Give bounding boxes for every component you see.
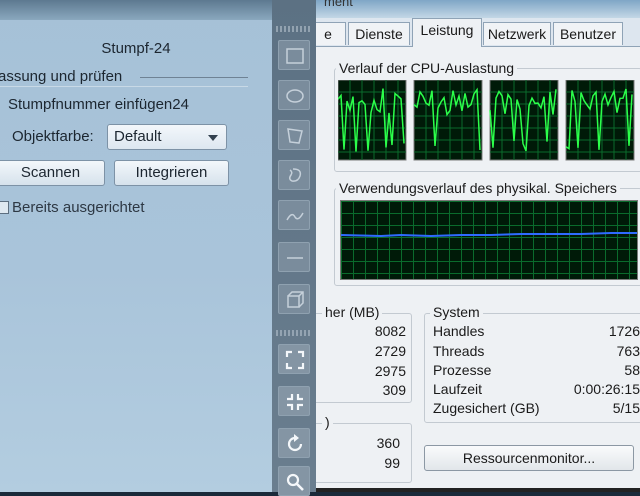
system-value: 0:00:26:15 [573,381,640,397]
memory-free-value: 309 [382,382,406,398]
system-label: Zugesichert (GB) [433,400,540,416]
memory-cached-value: 2729 [374,343,406,359]
lasso-tool-icon[interactable] [278,160,310,190]
kernel-nonpaged-value: 99 [384,455,400,471]
memory-available-value: 2975 [374,363,406,379]
memory-history-title: Verwendungsverlauf des physikal. Speiche… [336,180,620,196]
aligned-checkbox[interactable] [0,201,9,214]
object-color-value: Default [114,128,162,145]
tab-users[interactable]: Benutzer [553,22,623,45]
system-value: 5/15 [612,400,640,416]
system-value: 763 [616,343,640,359]
panel-title: Stumpf-24 [101,40,171,57]
tab-partial[interactable]: e [316,22,346,45]
system-label: Laufzeit [433,381,483,397]
system-value: 58 [624,362,640,378]
ellipse-tool-icon[interactable] [278,80,310,110]
tab-network[interactable]: Netzwerk [483,22,551,45]
box-3d-icon[interactable] [278,284,310,314]
rotate-icon[interactable] [278,428,310,458]
system-label: Handles [433,323,485,339]
integrate-button[interactable]: Integrieren [114,160,229,186]
fit-view-icon[interactable] [278,344,310,374]
tab-services[interactable]: Dienste [348,22,410,45]
freehand-line-icon[interactable] [278,200,310,230]
kernel-stats-title: ) [322,414,333,430]
resource-monitor-button[interactable]: Ressourcenmonitor... [424,445,634,471]
cpu-history-graphs [338,80,635,161]
kernel-stats-group [316,423,412,483]
line-tool-icon[interactable] [278,242,310,272]
toolbar-separator [276,26,312,32]
polygon-tool-icon[interactable] [278,120,310,150]
object-color-select[interactable]: Default [107,124,227,150]
vertical-toolbar [272,0,316,496]
task-manager-window: ment e Dienste Leistung Netzwerk Benutze… [316,0,640,492]
system-stats-title: System [430,304,483,320]
kernel-paged-value: 360 [376,435,400,451]
toolbar-separator [276,330,312,336]
memory-history-graph [340,200,638,280]
system-label: Threads [433,343,485,359]
stump-number-text[interactable]: Stumpfnummer einfügen24 [8,96,189,113]
tab-strip: e Dienste Leistung Netzwerk Benutzer [316,18,640,47]
section-divider [140,77,248,78]
aligned-checkbox-label: Bereits ausgerichtet [12,199,145,216]
window-title-bar: ment [316,0,640,18]
section-divider-highlight [0,86,248,87]
memory-total-value: 8082 [374,323,406,339]
screen-edge [316,488,640,492]
collapse-view-icon[interactable] [278,386,310,416]
system-value: 1726 [608,323,640,339]
object-properties-panel: Stumpf-24 assung und prüfen Stumpfnummer… [0,0,272,492]
section-heading: assung und prüfen [0,68,123,85]
rectangle-tool-icon[interactable] [278,40,310,70]
tab-performance[interactable]: Leistung [412,18,482,47]
window-title: ment [324,0,353,9]
panel-top-bar [0,0,272,20]
scan-button[interactable]: Scannen [0,160,105,186]
chevron-down-icon [208,135,218,141]
cpu-history-title: Verlauf der CPU-Auslastung [336,60,518,76]
object-color-label: Objektfarbe: [12,128,94,145]
memory-stats-title: her (MB) [322,304,383,320]
system-label: Prozesse [433,362,492,378]
